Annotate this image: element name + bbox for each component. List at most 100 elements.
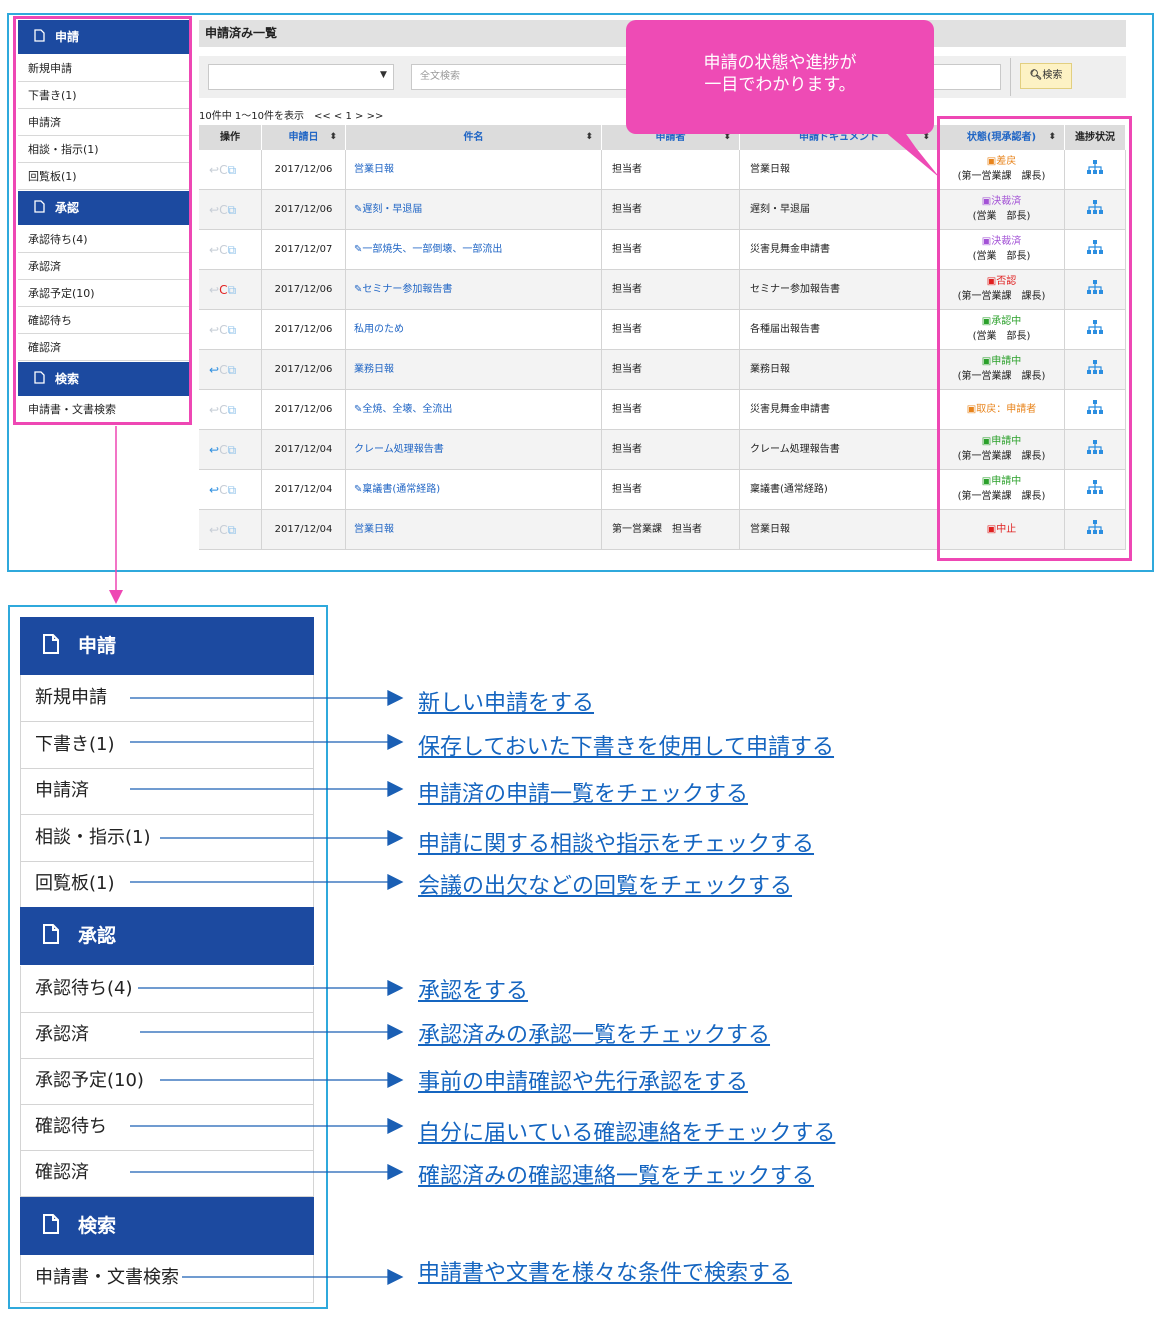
withdraw-icon[interactable]: ↩: [209, 243, 219, 257]
cell-subject-link[interactable]: 業務日報: [346, 350, 602, 390]
copy-icon[interactable]: ⧉: [227, 403, 236, 417]
search-icon: 🔍︎: [1029, 70, 1043, 81]
sidebar-highlight-box: [13, 16, 192, 425]
copy-icon[interactable]: ⧉: [227, 443, 236, 457]
desc-applied[interactable]: 申請済の申請一覧をチェックする: [418, 776, 748, 808]
row-actions: ↩C⧉: [199, 510, 262, 550]
cell-date: 2017/12/06: [262, 390, 346, 430]
chevron-down-icon: ▼: [380, 70, 387, 80]
cell-subject-link[interactable]: 営業日報: [346, 510, 602, 550]
withdraw-icon[interactable]: ↩: [209, 203, 219, 217]
zoom-item-drafts[interactable]: 下書き(1): [20, 722, 314, 769]
cell-applicant: 担当者: [602, 350, 740, 390]
cell-subject-link[interactable]: ✎全焼、全壊、全流出: [346, 390, 602, 430]
zoom-section-search: 検索: [20, 1197, 314, 1255]
cell-applicant: 担当者: [602, 230, 740, 270]
zoom-section-apply: 申請: [20, 617, 314, 675]
column-header-date[interactable]: 申請日 ⬍: [262, 125, 346, 150]
cell-date: 2017/12/06: [262, 350, 346, 390]
zoom-item-scheduled-approval[interactable]: 承認予定(10): [20, 1058, 314, 1105]
cell-subject-link[interactable]: 私用のため: [346, 310, 602, 350]
desc-drafts[interactable]: 保存しておいた下書きを使用して申請する: [418, 729, 834, 761]
row-actions: ↩C⧉: [199, 390, 262, 430]
cell-date: 2017/12/06: [262, 150, 346, 190]
zoom-item-new-application[interactable]: 新規申請: [20, 675, 314, 722]
cell-subject-link[interactable]: ✎遅刻・早退届: [346, 190, 602, 230]
desc-awaiting-confirm[interactable]: 自分に届いている確認連絡をチェックする: [418, 1115, 835, 1147]
row-actions: ↩C⧉: [199, 350, 262, 390]
zoom-item-approved[interactable]: 承認済: [20, 1012, 314, 1059]
column-header-subject[interactable]: 件名 ⬍: [346, 125, 602, 150]
desc-confirmed[interactable]: 確認済みの確認連絡一覧をチェックする: [418, 1158, 814, 1190]
desc-scheduled-approval[interactable]: 事前の申請確認や先行承認をする: [418, 1064, 748, 1096]
document-icon: [42, 620, 60, 678]
cell-applicant: 担当者: [602, 310, 740, 350]
copy-icon[interactable]: ⧉: [227, 163, 236, 177]
copy-icon[interactable]: ⧉: [227, 363, 236, 377]
cell-applicant: 担当者: [602, 470, 740, 510]
pagination[interactable]: 10件中 1～10件を表示 << < 1 > >>: [199, 107, 383, 122]
document-type-select[interactable]: [208, 64, 394, 90]
zoom-section-approve: 承認: [20, 907, 314, 965]
copy-icon[interactable]: ⧉: [227, 483, 236, 497]
row-actions: ↩C⧉: [199, 150, 262, 190]
zoom-item-applied[interactable]: 申請済: [20, 768, 314, 815]
withdraw-icon[interactable]: ↩: [209, 163, 219, 177]
copy-icon[interactable]: ⧉: [227, 323, 236, 337]
callout-bubble: 申請の状態や進捗が 一目でわかります。: [626, 20, 934, 134]
desc-circular[interactable]: 会議の出欠などの回覧をチェックする: [418, 868, 792, 900]
cell-date: 2017/12/04: [262, 430, 346, 470]
withdraw-icon[interactable]: ↩: [209, 443, 219, 457]
withdraw-icon[interactable]: ↩: [209, 363, 219, 377]
withdraw-icon[interactable]: ↩: [209, 323, 219, 337]
cell-applicant: 担当者: [602, 430, 740, 470]
cell-date: 2017/12/06: [262, 310, 346, 350]
zoom-item-awaiting-approval[interactable]: 承認待ち(4): [20, 966, 314, 1013]
cell-subject-link[interactable]: ✎一部焼失、一部倒壊、一部流出: [346, 230, 602, 270]
zoom-item-consult[interactable]: 相談・指示(1): [20, 815, 314, 862]
copy-icon[interactable]: ⧉: [227, 203, 236, 217]
cell-date: 2017/12/04: [262, 510, 346, 550]
desc-new-application[interactable]: 新しい申請をする: [418, 685, 594, 717]
desc-document-search[interactable]: 申請書や文書を様々な条件で検索する: [418, 1255, 792, 1287]
zoom-item-document-search[interactable]: 申請書・文書検索: [20, 1255, 314, 1303]
cell-date: 2017/12/04: [262, 470, 346, 510]
row-actions: ↩C⧉: [199, 310, 262, 350]
cell-date: 2017/12/07: [262, 230, 346, 270]
cell-subject-link[interactable]: ✎セミナー参加報告書: [346, 270, 602, 310]
copy-icon[interactable]: ⧉: [227, 283, 236, 297]
zoom-item-circular[interactable]: 回覧板(1): [20, 861, 314, 908]
desc-consult[interactable]: 申請に関する相談や指示をチェックする: [418, 826, 814, 858]
desc-approved[interactable]: 承認済みの承認一覧をチェックする: [418, 1017, 770, 1049]
cell-document: 災害見舞金申請書: [740, 390, 939, 430]
copy-icon[interactable]: ⧉: [227, 243, 236, 257]
withdraw-icon[interactable]: ↩: [209, 483, 219, 497]
search-button[interactable]: 🔍︎検索: [1020, 63, 1072, 89]
desc-awaiting-approval[interactable]: 承認をする: [418, 973, 528, 1005]
withdraw-icon[interactable]: ↩: [209, 283, 219, 297]
sort-icon: ⬍: [585, 132, 593, 142]
document-icon: [42, 910, 60, 968]
cell-document: 遅刻・早退届: [740, 190, 939, 230]
row-actions: ↩C⧉: [199, 430, 262, 470]
zoom-item-awaiting-confirm[interactable]: 確認待ち: [20, 1104, 314, 1151]
cell-applicant: 担当者: [602, 150, 740, 190]
cell-document: 営業日報: [740, 510, 939, 550]
row-actions: ↩C⧉: [199, 270, 262, 310]
row-actions: ↩C⧉: [199, 470, 262, 510]
withdraw-icon[interactable]: ↩: [209, 403, 219, 417]
copy-icon[interactable]: ⧉: [227, 523, 236, 537]
cell-subject-link[interactable]: 営業日報: [346, 150, 602, 190]
divider: [1010, 58, 1011, 96]
cell-document: 災害見舞金申請書: [740, 230, 939, 270]
cell-document: セミナー参加報告書: [740, 270, 939, 310]
zoom-item-confirmed[interactable]: 確認済: [20, 1150, 314, 1197]
cell-document: 各種届出報告書: [740, 310, 939, 350]
cell-subject-link[interactable]: ✎稟議書(通常経路): [346, 470, 602, 510]
cell-date: 2017/12/06: [262, 270, 346, 310]
cell-date: 2017/12/06: [262, 190, 346, 230]
withdraw-icon[interactable]: ↩: [209, 523, 219, 537]
cell-document: クレーム処理報告書: [740, 430, 939, 470]
row-actions: ↩C⧉: [199, 230, 262, 270]
cell-subject-link[interactable]: クレーム処理報告書: [346, 430, 602, 470]
